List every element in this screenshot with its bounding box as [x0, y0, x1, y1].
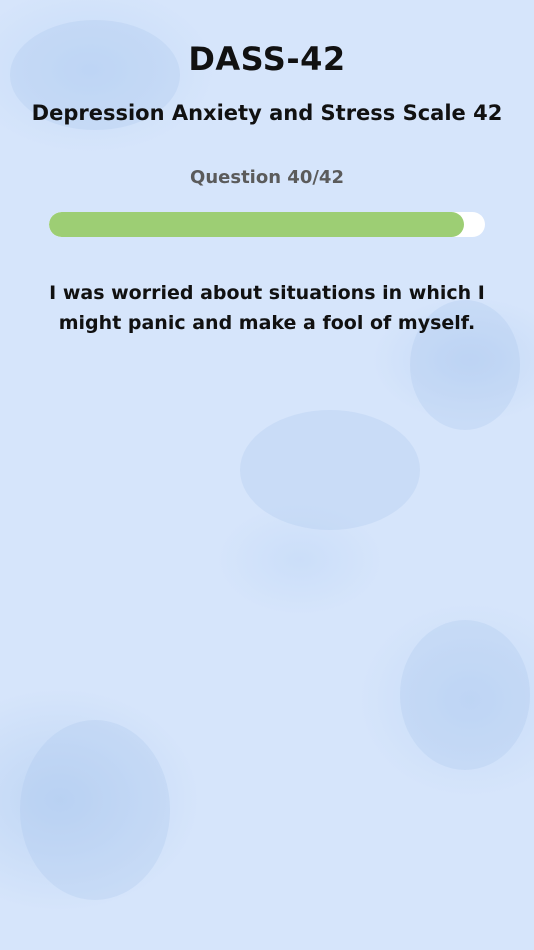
background-blob	[20, 720, 170, 900]
question-text: I was worried about situations in which …	[49, 282, 485, 334]
app-title: DASS-42	[188, 40, 346, 78]
scale-subtitle: Depression Anxiety and Stress Scale 42	[31, 101, 503, 125]
progress-fill	[49, 212, 465, 237]
question-counter: Question 40/42	[190, 167, 344, 188]
background-blob	[400, 620, 530, 770]
background-blob	[240, 410, 420, 530]
progress-bar	[49, 212, 485, 237]
